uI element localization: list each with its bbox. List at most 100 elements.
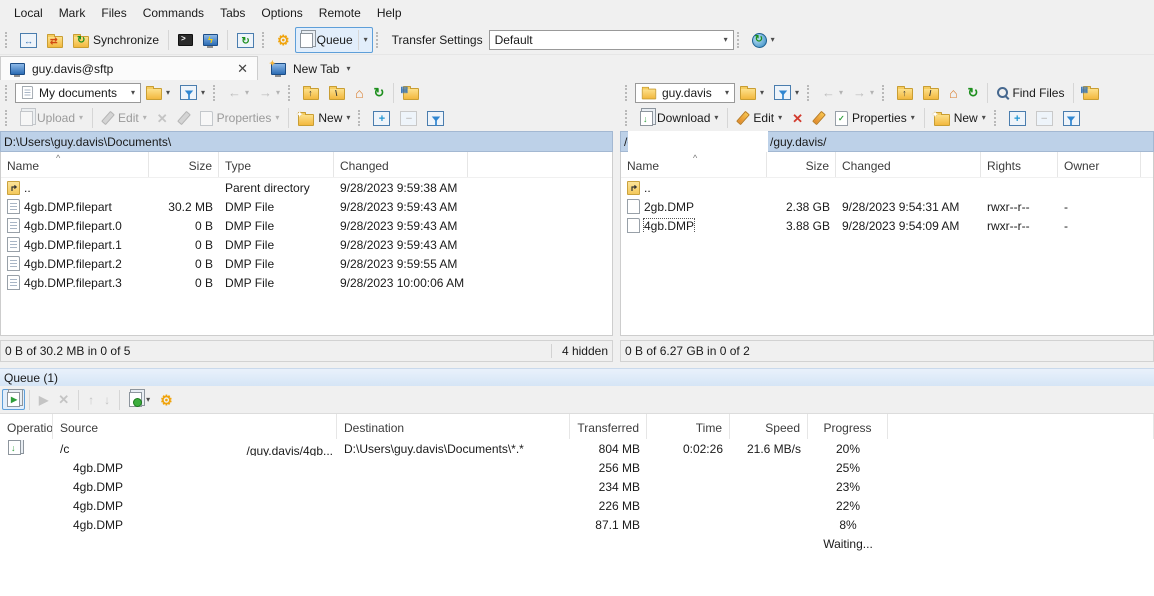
sync-folders-button[interactable]: ⇄ bbox=[42, 30, 68, 51]
remote-refresh-button[interactable]: ↻ bbox=[963, 83, 984, 102]
local-delete-button[interactable]: ✕ bbox=[152, 109, 173, 128]
menu-tabs[interactable]: Tabs bbox=[212, 1, 253, 25]
menu-options[interactable]: Options bbox=[253, 1, 310, 25]
table-row[interactable]: 4gb.DMP.filepart 30.2 MB DMP File 9/28/2… bbox=[1, 197, 612, 216]
toolbar-grip[interactable] bbox=[376, 32, 381, 48]
queue-row[interactable]: 4gb.DMP 87.1 MB 8% bbox=[0, 515, 1154, 534]
remote-add-filter-button[interactable]: + bbox=[1004, 108, 1031, 129]
remote-new-button[interactable]: ✦ New ▾ bbox=[929, 108, 991, 129]
queue-row[interactable]: 4gb.DMP 226 MB 22% bbox=[0, 496, 1154, 515]
queue-column-operation[interactable]: Operation bbox=[0, 414, 53, 439]
queue-row[interactable]: 4gb.DMP 234 MB 23% bbox=[0, 477, 1154, 496]
new-tab-button[interactable]: ✦ New Tab ▾ bbox=[262, 56, 360, 81]
transfer-settings-combo[interactable]: Default ▾ bbox=[489, 30, 734, 50]
table-row[interactable]: 4gb.DMP.filepart.3 0 B DMP File 9/28/202… bbox=[1, 273, 612, 292]
queue-row[interactable]: 4gb.DMP 256 MB 25% bbox=[0, 458, 1154, 477]
remote-properties-button[interactable]: ✓ Properties ▾ bbox=[830, 108, 920, 129]
queue-column-source[interactable]: Source bbox=[53, 414, 337, 439]
local-properties-button[interactable]: Properties ▾ bbox=[195, 108, 285, 129]
queue-column-speed[interactable]: Speed bbox=[730, 414, 808, 439]
table-row[interactable]: 4gb.DMP.filepart.0 0 B DMP File 9/28/202… bbox=[1, 216, 612, 235]
local-sync-browsing-button[interactable]: ▤ bbox=[398, 82, 424, 103]
menu-help[interactable]: Help bbox=[369, 1, 410, 25]
toolbar-grip[interactable] bbox=[807, 85, 812, 101]
local-edit-button[interactable]: Edit ▾ bbox=[97, 108, 152, 128]
queue-row[interactable]: Waiting... bbox=[0, 534, 1154, 553]
queue-move-down-button[interactable]: ↓ bbox=[99, 391, 115, 409]
menu-remote[interactable]: Remote bbox=[311, 1, 369, 25]
remote-home-directory-button[interactable]: ⌂ bbox=[944, 83, 962, 103]
menu-commands[interactable]: Commands bbox=[135, 1, 212, 25]
local-path-bar[interactable]: D:\Users\guy.davis\Documents\ bbox=[0, 131, 613, 152]
local-rename-button[interactable] bbox=[173, 108, 195, 128]
split-panels-button[interactable]: ↔ bbox=[15, 30, 42, 51]
local-column-name[interactable]: Name bbox=[1, 152, 149, 177]
remote-sync-browsing-button[interactable]: ▤ bbox=[1078, 82, 1104, 103]
toolbar-grip[interactable] bbox=[358, 110, 363, 126]
local-filter-toggle-button[interactable] bbox=[422, 108, 449, 129]
queue-column-destination[interactable]: Destination bbox=[337, 414, 570, 439]
local-back-button[interactable]: ←▾ bbox=[223, 83, 254, 102]
upload-button[interactable]: Upload ▾ bbox=[15, 108, 88, 129]
synchronize-button[interactable]: ↻ Synchronize bbox=[68, 30, 164, 51]
local-add-filter-button[interactable]: + bbox=[368, 108, 395, 129]
remote-root-directory-button[interactable]: / bbox=[918, 82, 944, 103]
transfer-options-button[interactable]: ↻ ▾ bbox=[747, 30, 780, 51]
local-location-combo[interactable]: My documents ▾ bbox=[15, 83, 141, 103]
local-new-button[interactable]: ✦ New ▾ bbox=[293, 108, 355, 129]
local-column-size[interactable]: Size bbox=[149, 152, 219, 177]
find-files-button[interactable]: Find Files bbox=[992, 83, 1069, 103]
remote-column-owner[interactable]: Owner bbox=[1058, 152, 1141, 177]
close-icon[interactable]: ✕ bbox=[237, 61, 248, 77]
remote-column-changed[interactable]: Changed bbox=[836, 152, 981, 177]
local-parent-directory-button[interactable]: ↑ bbox=[298, 82, 324, 103]
remote-column-rights[interactable]: Rights bbox=[981, 152, 1058, 177]
queue-column-transferred[interactable]: Transferred bbox=[570, 414, 647, 439]
remote-delete-button[interactable]: ✕ bbox=[787, 109, 808, 128]
local-forward-button[interactable]: →▾ bbox=[254, 83, 285, 102]
queue-preferences-button[interactable]: ⚙ bbox=[155, 390, 178, 410]
remote-open-directory-button[interactable]: ▾ bbox=[735, 82, 769, 103]
remote-filter-toggle-button[interactable] bbox=[1058, 108, 1085, 129]
local-root-directory-button[interactable]: \ bbox=[324, 82, 350, 103]
queue-column-time[interactable]: Time bbox=[647, 414, 730, 439]
toolbar-grip[interactable] bbox=[737, 32, 742, 48]
remote-edit-button[interactable]: Edit ▾ bbox=[732, 108, 787, 128]
toolbar-grip[interactable] bbox=[262, 32, 267, 48]
table-row[interactable]: 4gb.DMP 3.88 GB 9/28/2023 9:54:09 AM rwx… bbox=[621, 216, 1153, 235]
toolbar-grip[interactable] bbox=[882, 85, 887, 101]
toolbar-grip[interactable] bbox=[288, 85, 293, 101]
remote-rename-button[interactable] bbox=[808, 108, 830, 128]
remote-filter-button[interactable]: ▾ bbox=[769, 82, 804, 103]
local-home-directory-button[interactable]: ⌂ bbox=[350, 83, 368, 103]
remote-forward-button[interactable]: →▾ bbox=[848, 83, 879, 102]
local-refresh-button[interactable]: ↻ bbox=[369, 83, 390, 102]
toolbar-grip[interactable] bbox=[625, 110, 630, 126]
open-session-button[interactable]: ϟ bbox=[198, 31, 223, 49]
menu-files[interactable]: Files bbox=[93, 1, 134, 25]
download-button[interactable]: ↓ Download ▾ bbox=[635, 108, 723, 129]
table-row[interactable]: .. Parent directory 9/28/2023 9:59:38 AM bbox=[1, 178, 612, 197]
remote-column-size[interactable]: Size bbox=[767, 152, 836, 177]
table-row[interactable]: .. bbox=[621, 178, 1153, 197]
queue-delete-button[interactable]: ✕ bbox=[53, 390, 74, 409]
table-row[interactable]: 4gb.DMP.filepart.2 0 B DMP File 9/28/202… bbox=[1, 254, 612, 273]
queue-toggle-button[interactable]: Queue ▾ bbox=[295, 27, 373, 53]
chevron-down-icon[interactable]: ▾ bbox=[364, 36, 368, 44]
table-row[interactable]: 4gb.DMP.filepart.1 0 B DMP File 9/28/202… bbox=[1, 235, 612, 254]
queue-resume-button[interactable]: ▶ bbox=[34, 391, 53, 409]
queue-move-up-button[interactable]: ↑ bbox=[83, 391, 99, 409]
toolbar-grip[interactable] bbox=[213, 85, 218, 101]
session-tab[interactable]: guy.davis@sftp ✕ bbox=[0, 56, 258, 81]
remote-location-combo[interactable]: guy.davis ▾ bbox=[635, 83, 735, 103]
local-status-hidden[interactable]: 4 hidden bbox=[551, 344, 612, 358]
toolbar-grip[interactable] bbox=[5, 110, 10, 126]
toolbar-grip[interactable] bbox=[625, 85, 630, 101]
remote-remove-filter-button[interactable]: − bbox=[1031, 108, 1058, 129]
preferences-button[interactable]: ⚙ bbox=[272, 30, 295, 50]
toolbar-grip[interactable] bbox=[994, 110, 999, 126]
local-column-changed[interactable]: Changed bbox=[334, 152, 468, 177]
show-queue-toggle-button[interactable]: ▶ bbox=[2, 389, 25, 410]
open-terminal-button[interactable]: > bbox=[173, 31, 198, 49]
queue-cycle-button[interactable]: ▾ bbox=[124, 389, 155, 410]
